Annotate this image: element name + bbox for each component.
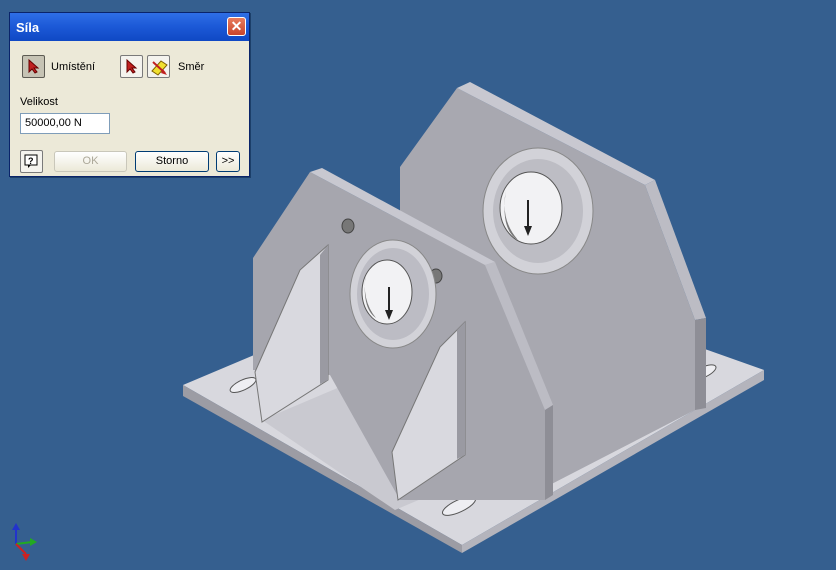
select-arrow-icon — [28, 59, 40, 74]
axis-triad-icon — [4, 522, 38, 567]
more-button[interactable]: >> — [216, 151, 240, 172]
cancel-button[interactable]: Storno — [135, 151, 209, 172]
flip-direction-button[interactable] — [147, 55, 170, 78]
ok-button[interactable]: OK — [54, 151, 127, 172]
magnitude-label: Velikost — [20, 96, 58, 108]
close-icon: ✕ — [230, 18, 243, 34]
flip-direction-icon — [151, 60, 168, 76]
magnitude-input[interactable]: 50000,00 N — [20, 113, 110, 134]
pin-hole-left — [341, 218, 355, 234]
direction-select-button[interactable] — [120, 55, 143, 78]
direction-label: Směr — [178, 61, 205, 73]
dialog-title: Síla — [16, 19, 40, 35]
placement-button[interactable] — [22, 55, 45, 78]
svg-text:?: ? — [28, 156, 34, 166]
select-arrow-icon — [126, 59, 138, 74]
help-icon: ? — [24, 154, 38, 168]
help-button[interactable]: ? — [20, 150, 43, 173]
dialog-title-bar[interactable]: Síla ✕ — [10, 13, 249, 41]
force-dialog: Síla ✕ Umístění Směr Velikost 50000,00 N… — [9, 12, 250, 177]
placement-label: Umístění — [51, 61, 96, 73]
close-button[interactable]: ✕ — [227, 17, 246, 36]
